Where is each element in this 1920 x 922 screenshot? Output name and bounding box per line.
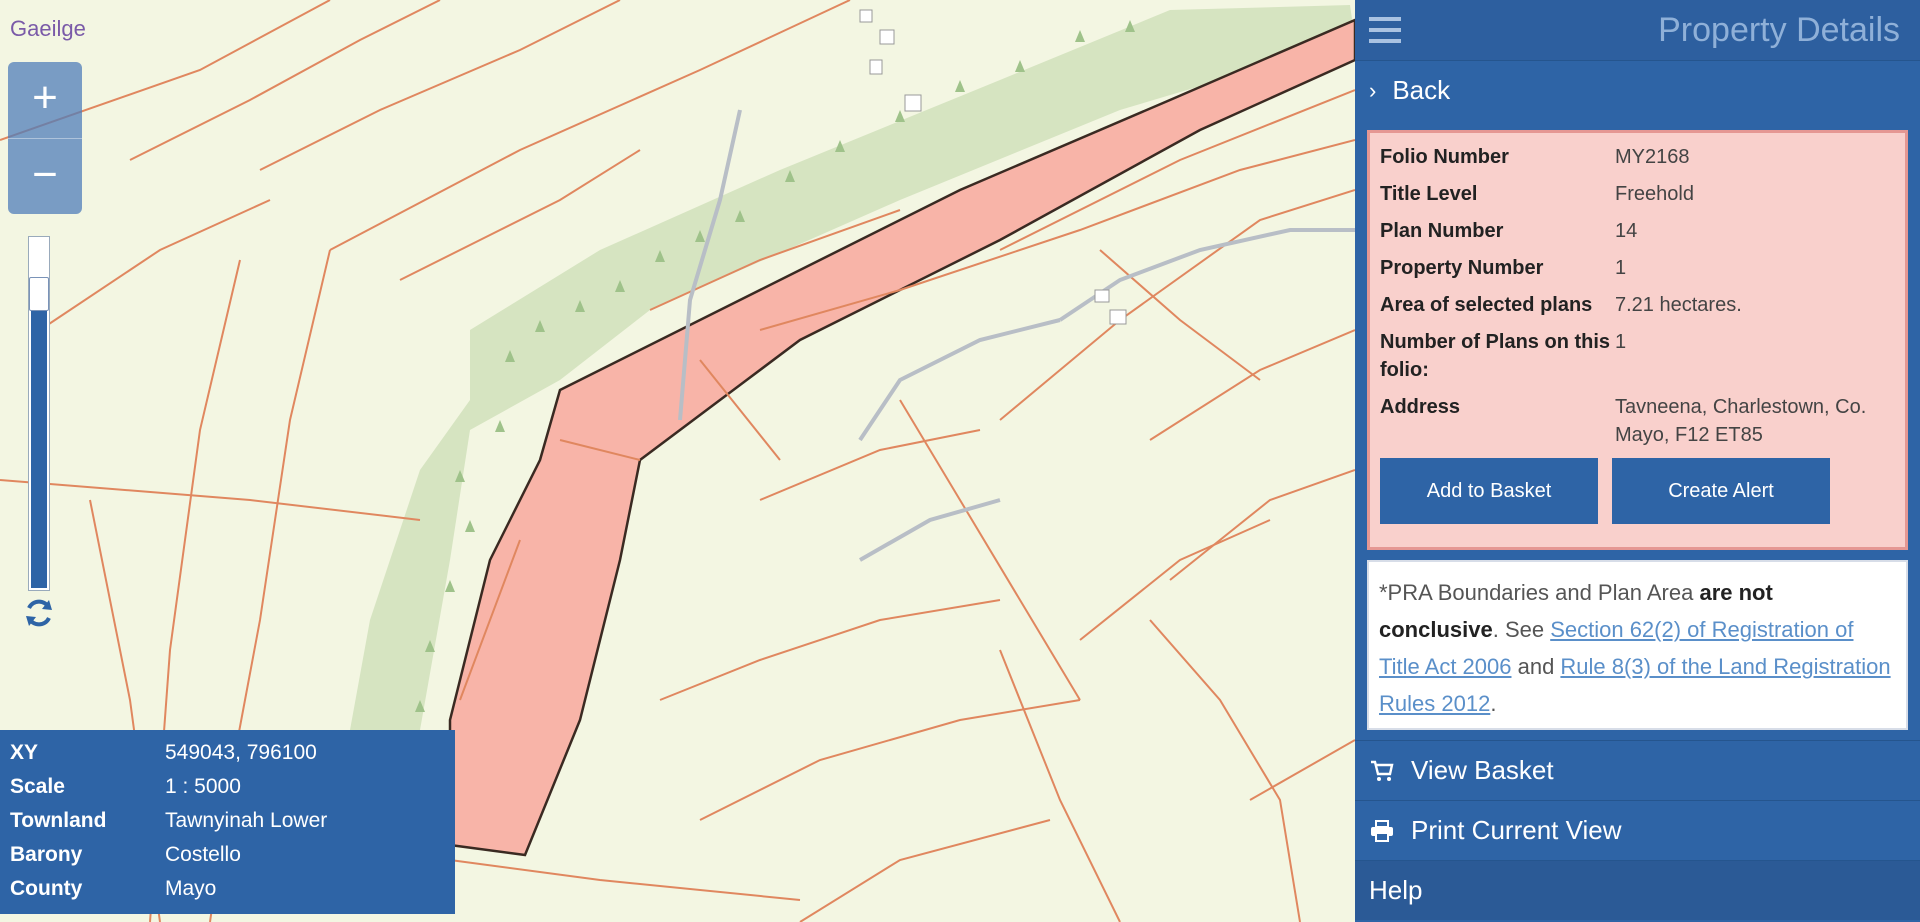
- info-value: Tawnyinah Lower: [165, 809, 328, 832]
- detail-value: Tavneena, Charlestown, Co. Mayo, F12 ET8…: [1615, 396, 1867, 446]
- info-value: Mayo: [165, 877, 217, 900]
- detail-key: Plan Number: [1380, 220, 1504, 242]
- view-basket-label: View Basket: [1411, 755, 1554, 785]
- info-row-barony: Barony Costello: [10, 838, 445, 872]
- detail-row-plan-number: Plan Number 14: [1380, 217, 1895, 245]
- info-row-scale: Scale 1 : 5000: [10, 770, 445, 804]
- back-label: Back: [1392, 75, 1451, 105]
- zoom-slider-fill: [31, 309, 47, 588]
- zoom-out-button[interactable]: −: [8, 138, 82, 214]
- info-row-county: County Mayo: [10, 872, 445, 906]
- property-details-box: Folio Number MY2168 Title Level Freehold…: [1367, 130, 1908, 550]
- add-to-basket-button[interactable]: Add to Basket: [1380, 458, 1598, 524]
- detail-value: 7.21 hectares.: [1615, 294, 1742, 316]
- language-link[interactable]: Gaeilge: [10, 16, 86, 42]
- detail-row-property-number: Property Number 1: [1380, 254, 1895, 282]
- disclaimer-mid: . See: [1492, 617, 1551, 642]
- back-button[interactable]: › Back: [1355, 60, 1920, 120]
- detail-row-plans-count: Number of Plans on this folio: 1: [1380, 328, 1895, 384]
- detail-key: Title Level: [1380, 183, 1478, 205]
- cart-icon: [1369, 760, 1395, 782]
- detail-value: 14: [1615, 220, 1638, 242]
- info-key: Townland: [10, 809, 107, 832]
- detail-actions: Add to Basket Create Alert: [1380, 458, 1895, 524]
- info-row-townland: Townland Tawnyinah Lower: [10, 804, 445, 838]
- info-key: County: [10, 877, 83, 900]
- detail-key: Number of Plans on this folio:: [1380, 331, 1611, 381]
- info-key: Barony: [10, 843, 83, 866]
- disclaimer-box: *PRA Boundaries and Plan Area are not co…: [1367, 560, 1908, 730]
- info-row-xy: XY 549043, 796100: [10, 736, 445, 770]
- detail-key: Address: [1380, 396, 1461, 418]
- info-key: XY: [10, 741, 39, 764]
- panel-title: Property Details: [1658, 10, 1900, 49]
- detail-row-folio: Folio Number MY2168: [1380, 143, 1895, 171]
- detail-value: 1: [1615, 257, 1627, 279]
- disclaimer-suffix: .: [1490, 691, 1497, 716]
- zoom-in-button[interactable]: +: [8, 62, 82, 138]
- detail-value: MY2168: [1615, 146, 1690, 168]
- zoom-control: + −: [8, 62, 82, 214]
- hamburger-menu-icon[interactable]: [1369, 17, 1401, 43]
- info-value: 1 : 5000: [165, 775, 241, 798]
- detail-row-address: Address Tavneena, Charlestown, Co. Mayo,…: [1380, 393, 1895, 449]
- print-view-label: Print Current View: [1411, 815, 1622, 845]
- detail-key: Folio Number: [1380, 146, 1509, 168]
- detail-key: Property Number: [1380, 257, 1544, 279]
- help-label: Help: [1369, 875, 1423, 905]
- help-button[interactable]: Help: [1355, 860, 1920, 920]
- refresh-icon[interactable]: [22, 596, 56, 630]
- disclaimer-and: and: [1511, 654, 1561, 679]
- zoom-slider[interactable]: [28, 236, 50, 591]
- map-info-box: XY 549043, 796100 Scale 1 : 5000 Townlan…: [0, 730, 455, 914]
- detail-row-area: Area of selected plans 7.21 hectares.: [1380, 291, 1895, 319]
- detail-value: 1: [1615, 331, 1627, 353]
- property-details-panel: Property Details › Back Folio Number MY2…: [1355, 0, 1920, 922]
- printer-icon: [1369, 819, 1395, 842]
- info-key: Scale: [10, 775, 65, 798]
- print-view-button[interactable]: Print Current View: [1355, 800, 1920, 860]
- view-basket-button[interactable]: View Basket: [1355, 740, 1920, 800]
- detail-value: Freehold: [1615, 183, 1694, 205]
- detail-key: Area of selected plans: [1380, 294, 1593, 316]
- info-value: Costello: [165, 843, 241, 866]
- disclaimer-prefix: *PRA Boundaries and Plan Area: [1379, 580, 1700, 605]
- map-view[interactable]: Gaeilge + − XY 549043, 796100 Scale 1 : …: [0, 0, 1355, 922]
- chevron-right-icon: ›: [1369, 77, 1377, 103]
- panel-header: Property Details: [1355, 0, 1920, 60]
- info-value: 549043, 796100: [165, 741, 317, 764]
- create-alert-button[interactable]: Create Alert: [1612, 458, 1830, 524]
- detail-row-title-level: Title Level Freehold: [1380, 180, 1895, 208]
- zoom-slider-handle[interactable]: [29, 277, 49, 311]
